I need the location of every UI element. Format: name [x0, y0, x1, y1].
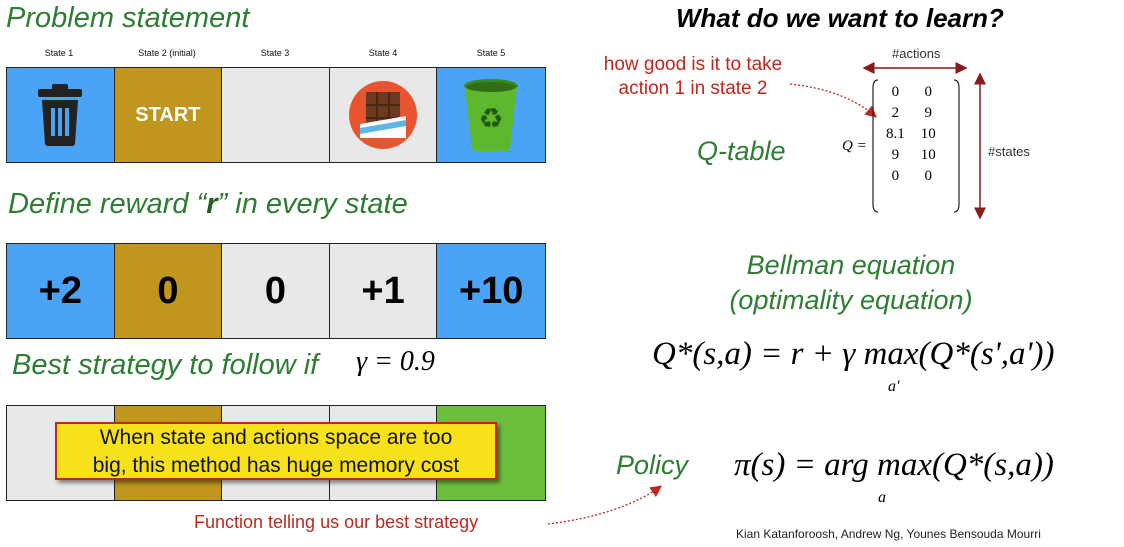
policy-formula: π(s) = arg max(Q*(s,a)) — [734, 447, 1054, 483]
states-label: #states — [988, 144, 1030, 159]
credits: Kian Katanforoosh, Andrew Ng, Younes Ben… — [736, 527, 1041, 541]
bellman-title: Bellman equation (optimality equation) — [708, 248, 994, 318]
annotation-arrow — [789, 83, 877, 118]
matrix-cell: 0 — [924, 168, 933, 184]
policy-label: Policy — [616, 450, 689, 480]
q-equals: Q = — [842, 138, 867, 154]
matrix-cell: 0 — [891, 84, 900, 100]
function-arrow — [547, 485, 663, 525]
matrix-cell: 2 — [891, 105, 900, 121]
bellman-subscript: a' — [888, 378, 900, 395]
matrix-cell: 9 — [924, 105, 933, 121]
matrix-row: 8.1 10 — [878, 124, 944, 145]
matrix-cell: 0 — [891, 168, 900, 184]
matrix-cell: 10 — [920, 126, 936, 142]
matrix-row: 29 — [878, 103, 944, 124]
bellman-line-2: (optimality equation) — [729, 285, 973, 315]
policy-subscript: a — [878, 489, 886, 506]
matrix-row: 00 — [878, 82, 944, 103]
bellman-formula: Q*(s,a) = r + γ max(Q*(s',a')) — [652, 336, 1055, 372]
matrix-row: 9 10 — [878, 145, 944, 166]
matrix-cell: 0 — [924, 84, 933, 100]
actions-label: #actions — [892, 46, 941, 61]
qtable-label: Q-table — [697, 136, 786, 166]
matrix-cell: 8.1 — [886, 126, 905, 142]
matrix-cell: 10 — [920, 147, 936, 163]
matrix-row: 00 — [878, 166, 944, 187]
bellman-line-1: Bellman equation — [746, 250, 956, 280]
matrix-table: 0 0 2 9 8.1 10 9 10 0 0 — [878, 82, 944, 187]
matrix-cell: 9 — [891, 147, 900, 163]
